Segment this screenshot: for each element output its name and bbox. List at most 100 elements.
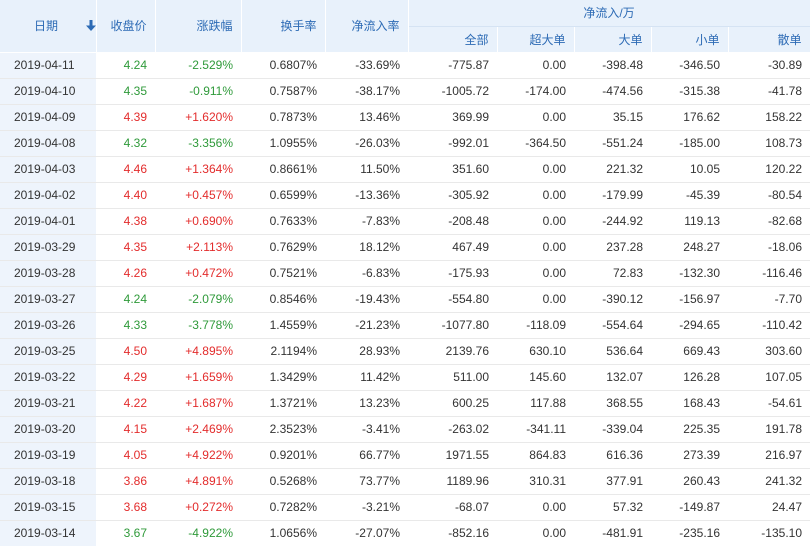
cell-change: -4.922%	[188, 526, 233, 541]
table-row: 2019-04-02 4.40 +0.457% 0.6599% -13.36% -305.…	[0, 182, 810, 209]
column-header-large[interactable]: 大单	[574, 26, 652, 53]
column-header-turnover[interactable]: 换手率	[241, 0, 326, 53]
cell-net-rate: -33.69%	[325, 52, 408, 79]
cell-change: +1.659%	[155, 364, 241, 391]
table-row: 2019-03-26 4.33 -3.778% 1.4559% -21.23% -1077…	[0, 312, 810, 339]
cell-net-all: -208.48	[408, 208, 497, 235]
cell-net-small: 260.43	[651, 468, 728, 495]
table-row: 2019-03-22 4.29 +1.659% 1.3429% 11.42% 511.00…	[0, 364, 810, 391]
cell-net-large: 221.32	[574, 156, 651, 183]
table-row: 2019-03-29 4.35 +2.113% 0.7629% 18.12% 467.49…	[0, 234, 810, 261]
cell-change: +4.891%	[155, 468, 241, 495]
cell-close: 4.24	[96, 52, 155, 79]
cell-net-small: 273.39	[651, 442, 728, 469]
cell-change: -0.911%	[155, 78, 241, 105]
cell-net-xlarge: 117.88	[497, 390, 574, 417]
cell-net-small: -346.50	[651, 52, 728, 79]
cell-net-xlarge: 0.00	[542, 526, 566, 541]
column-header-small[interactable]: 小单	[651, 26, 729, 53]
cell-net-rate: 18.12%	[325, 234, 408, 261]
sort-down-arrow-icon[interactable]	[86, 20, 96, 32]
cell-turnover: 0.7633%	[241, 208, 325, 235]
cell-net-all: 1971.55	[408, 442, 497, 469]
cell-close: 4.26	[96, 260, 155, 287]
cell-change: +0.690%	[155, 208, 241, 235]
cell-net-xlarge: 0.00	[497, 208, 574, 235]
cell-net-small: -235.16	[679, 526, 720, 541]
cell-net-retail: 216.97	[728, 442, 810, 469]
cell-close: 4.39	[96, 104, 155, 131]
cell-turnover: 1.0656%	[269, 526, 317, 541]
cell-net-xlarge: 0.00	[497, 234, 574, 261]
cell-net-small: -185.00	[651, 130, 728, 157]
cell-net-large: 57.32	[574, 494, 651, 521]
column-header-retail[interactable]: 散单	[728, 26, 810, 53]
cell-net-retail: 303.60	[728, 338, 810, 365]
cell-change: -3.778%	[155, 312, 241, 339]
cell-turnover: 1.3429%	[241, 364, 325, 391]
column-header-xlarge[interactable]: 超大单	[497, 26, 575, 53]
column-header-close[interactable]: 收盘价	[96, 0, 156, 53]
cell-close: 4.22	[96, 390, 155, 417]
cell-change: +2.113%	[155, 234, 241, 261]
cell-turnover: 1.0955%	[241, 130, 325, 157]
cell-net-xlarge: 0.00	[497, 104, 574, 131]
column-header-date[interactable]: 日期	[0, 0, 97, 53]
cell-close: 4.35	[96, 234, 155, 261]
cell-net-xlarge: 145.60	[497, 364, 574, 391]
cell-net-small: 126.28	[651, 364, 728, 391]
cell-close: 3.86	[96, 468, 155, 495]
cell-net-large: -551.24	[574, 130, 651, 157]
table-row: 2019-03-15 3.68 +0.272% 0.7282% -3.21% -68.07…	[0, 494, 810, 521]
cell-net-xlarge: 310.31	[497, 468, 574, 495]
cell-change: +0.457%	[155, 182, 241, 209]
cell-net-small: -149.87	[651, 494, 728, 521]
cell-date: 2019-03-27	[0, 286, 96, 313]
cell-net-rate: -27.07%	[355, 526, 400, 541]
column-header-all[interactable]: 全部	[408, 26, 498, 53]
cell-net-all: -1005.72	[408, 78, 497, 105]
cell-net-retail: -30.89	[728, 52, 810, 79]
cell-net-large: 132.07	[574, 364, 651, 391]
cell-net-rate: 11.50%	[325, 156, 408, 183]
column-header-net-rate[interactable]: 净流入率	[325, 0, 409, 53]
cell-net-rate: 11.42%	[325, 364, 408, 391]
cell-date: 2019-03-22	[0, 364, 96, 391]
cell-net-retail: -80.54	[728, 182, 810, 209]
cell-net-all: 2139.76	[408, 338, 497, 365]
cell-date: 2019-03-26	[0, 312, 96, 339]
cell-date: 2019-04-02	[0, 182, 96, 209]
cell-close: 4.24	[96, 286, 155, 313]
cell-close: 4.50	[96, 338, 155, 365]
table-row: 2019-04-10 4.35 -0.911% 0.7587% -38.17% -1005…	[0, 78, 810, 105]
cell-net-all: -1077.80	[408, 312, 497, 339]
cell-date: 2019-03-25	[0, 338, 96, 365]
cell-change: +1.620%	[155, 104, 241, 131]
table-row: 2019-03-18 3.86 +4.891% 0.5268% 73.77% 1189.9…	[0, 468, 810, 495]
cell-date: 2019-03-14	[0, 520, 96, 546]
cell-net-large: -244.92	[574, 208, 651, 235]
cell-close: 4.33	[96, 312, 155, 339]
cell-net-rate: 28.93%	[325, 338, 408, 365]
cell-net-all: -775.87	[408, 52, 497, 79]
cell-net-all: -175.93	[408, 260, 497, 287]
cell-net-xlarge: 864.83	[497, 442, 574, 469]
cell-net-large: 616.36	[574, 442, 651, 469]
cell-net-retail: -7.70	[728, 286, 810, 313]
table-row: 2019-04-09 4.39 +1.620% 0.7873% 13.46% 369.99…	[0, 104, 810, 131]
cell-net-small: 10.05	[651, 156, 728, 183]
column-header-change[interactable]: 涨跌幅	[155, 0, 242, 53]
cell-change: +0.272%	[155, 494, 241, 521]
cell-net-all: 1189.96	[408, 468, 497, 495]
cell-net-rate: -3.21%	[325, 494, 408, 521]
cell-turnover: 0.8661%	[241, 156, 325, 183]
cell-change: -3.356%	[155, 130, 241, 157]
cell-turnover: 1.3721%	[241, 390, 325, 417]
cell-net-all: -852.16	[448, 526, 489, 541]
cell-net-rate: -19.43%	[325, 286, 408, 313]
cell-net-retail: 24.47	[728, 494, 810, 521]
fund-flow-table: 日期 收盘价 涨跌幅 换手率 净流入率 净流入/万 全部 超大单 大单 小单 散…	[0, 0, 810, 546]
cell-net-rate: -13.36%	[325, 182, 408, 209]
cell-net-small: 168.43	[651, 390, 728, 417]
column-group-net-inflow: 净流入/万	[408, 0, 810, 27]
